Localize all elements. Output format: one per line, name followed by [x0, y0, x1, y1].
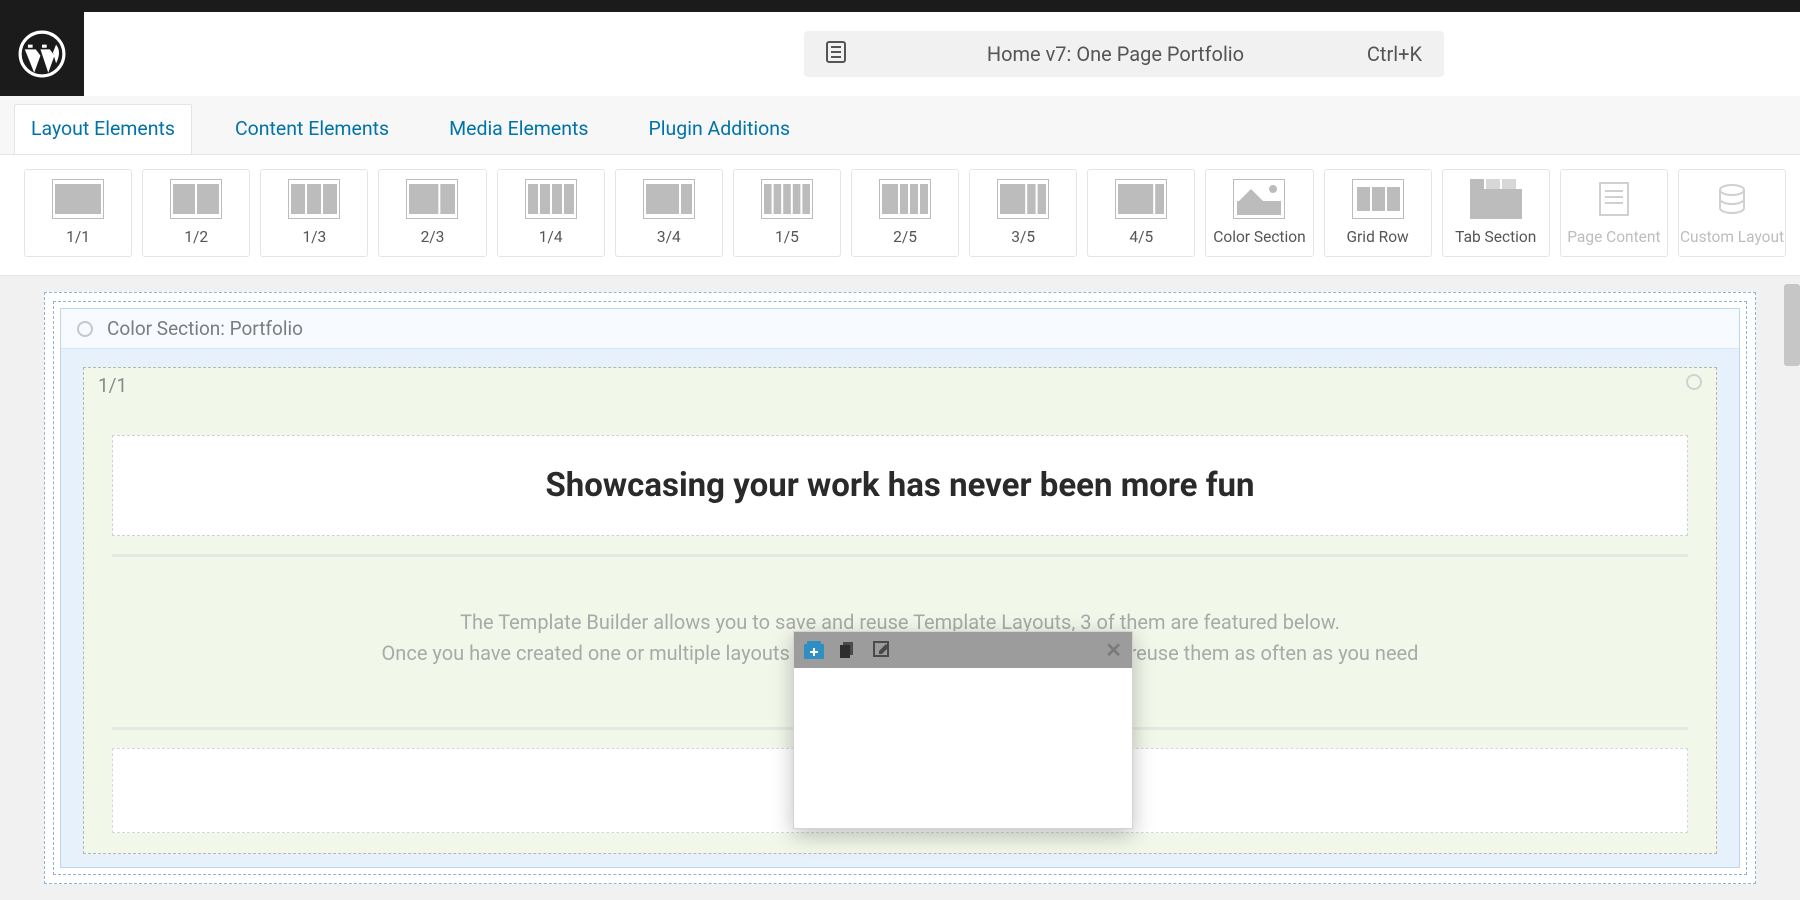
- palette-item-label: 1/1: [66, 229, 90, 247]
- tab-plugin-additions[interactable]: Plugin Additions: [631, 104, 807, 154]
- palette-item-icon: [52, 179, 104, 219]
- palette-item-label: Custom Layout: [1680, 229, 1784, 247]
- palette-item-custom-layout[interactable]: Custom Layout: [1678, 169, 1786, 257]
- palette-item-2-3[interactable]: 2/3: [378, 169, 486, 257]
- palette-item-1-1[interactable]: 1/1: [24, 169, 132, 257]
- palette-item-2-5[interactable]: 2/5: [851, 169, 959, 257]
- palette-item-label: 1/2: [184, 229, 208, 247]
- toolbar-body: [794, 668, 1132, 828]
- document-icon: [826, 41, 846, 67]
- toolbar-copy-icon[interactable]: [838, 640, 858, 660]
- document-picker[interactable]: Home v7: One Page Portfolio Ctrl+K: [804, 31, 1444, 77]
- palette-item-3-4[interactable]: 3/4: [615, 169, 723, 257]
- palette-item-1-3[interactable]: 1/3: [260, 169, 368, 257]
- palette-item-icon: [1115, 179, 1167, 219]
- palette-item-label: Page Content: [1567, 229, 1660, 247]
- palette-item-icon: [761, 179, 813, 219]
- element-hover-toolbar: ✕: [793, 631, 1133, 829]
- column-options-icon[interactable]: [1686, 374, 1702, 390]
- palette-item-label: 1/4: [539, 229, 563, 247]
- color-section[interactable]: Color Section: Portfolio 1/1 Showcasing …: [60, 308, 1740, 868]
- palette-item-1-5[interactable]: 1/5: [733, 169, 841, 257]
- color-section-title: Color Section: Portfolio: [107, 317, 303, 340]
- color-section-header[interactable]: Color Section: Portfolio: [61, 309, 1739, 349]
- palette-item-color-section[interactable]: Color Section: [1205, 169, 1313, 257]
- palette-item-icon: [1706, 179, 1758, 219]
- tab-layout-elements[interactable]: Layout Elements: [14, 104, 192, 154]
- wordpress-logo[interactable]: [0, 12, 84, 96]
- heading-element[interactable]: Showcasing your work has never been more…: [112, 435, 1688, 536]
- toolbar-edit-icon[interactable]: [872, 640, 892, 660]
- keyboard-shortcut-label: Ctrl+K: [1367, 42, 1422, 66]
- toolbar-add-icon[interactable]: [804, 640, 824, 660]
- section-body: 1/1 Showcasing your work has never been …: [61, 367, 1739, 854]
- column-size-label: 1/1: [98, 374, 127, 397]
- palette-item-3-5[interactable]: 3/5: [969, 169, 1077, 257]
- palette-item-icon: [406, 179, 458, 219]
- palette-item-icon: [1233, 179, 1285, 219]
- document-title: Home v7: One Page Portfolio: [864, 42, 1367, 66]
- palette-item-icon: [1588, 179, 1640, 219]
- scrollbar-thumb[interactable]: [1784, 284, 1800, 366]
- palette-item-icon: [1470, 179, 1522, 219]
- palette-item-icon: [879, 179, 931, 219]
- wordpress-logo-icon: [17, 29, 67, 79]
- palette-item-label: 4/5: [1129, 229, 1153, 247]
- canvas-outer-frame: Color Section: Portfolio 1/1 Showcasing …: [44, 292, 1756, 884]
- palette-item-label: 1/5: [775, 229, 799, 247]
- canvas-inner-frame: Color Section: Portfolio 1/1 Showcasing …: [53, 301, 1747, 875]
- element-category-tabs: Layout Elements Content Elements Media E…: [0, 96, 1800, 155]
- palette-item-label: Tab Section: [1455, 229, 1536, 247]
- palette-item-grid-row[interactable]: Grid Row: [1324, 169, 1432, 257]
- canvas-viewport: Color Section: Portfolio 1/1 Showcasing …: [0, 276, 1800, 900]
- palette-item-icon: [170, 179, 222, 219]
- palette-item-icon: [1352, 179, 1404, 219]
- palette-item-label: 2/3: [421, 229, 445, 247]
- palette-item-label: 2/5: [893, 229, 917, 247]
- palette-item-icon: [288, 179, 340, 219]
- admin-bar-strip: [0, 0, 1800, 12]
- toolbar-close-icon[interactable]: ✕: [1105, 638, 1122, 662]
- palette-item-label: 1/3: [302, 229, 326, 247]
- palette-item-4-5[interactable]: 4/5: [1087, 169, 1195, 257]
- toolbar-row: ✕: [794, 632, 1132, 668]
- palette-item-label: Grid Row: [1347, 229, 1409, 247]
- palette-item-label: Color Section: [1213, 229, 1305, 247]
- palette-item-page-content[interactable]: Page Content: [1560, 169, 1668, 257]
- palette-item-label: 3/4: [657, 229, 681, 247]
- palette-item-icon: [997, 179, 1049, 219]
- separator-element[interactable]: [112, 554, 1688, 557]
- section-toggle-icon[interactable]: [77, 321, 93, 337]
- heading-text: Showcasing your work has never been more…: [133, 466, 1667, 505]
- palette-item-icon: [525, 179, 577, 219]
- tab-content-elements[interactable]: Content Elements: [218, 104, 406, 154]
- tab-media-elements[interactable]: Media Elements: [432, 104, 605, 154]
- palette-item-label: 3/5: [1011, 229, 1035, 247]
- palette-item-tab-section[interactable]: Tab Section: [1442, 169, 1550, 257]
- palette-item-1-4[interactable]: 1/4: [497, 169, 605, 257]
- palette-item-1-2[interactable]: 1/2: [142, 169, 250, 257]
- editor-header: Home v7: One Page Portfolio Ctrl+K: [0, 12, 1800, 96]
- palette-item-icon: [643, 179, 695, 219]
- layout-element-palette: 1/1 1/2 1/3 2/3 1/4 3/4 1/5 2/5 3/5 4/5 Color Sect…: [0, 155, 1800, 276]
